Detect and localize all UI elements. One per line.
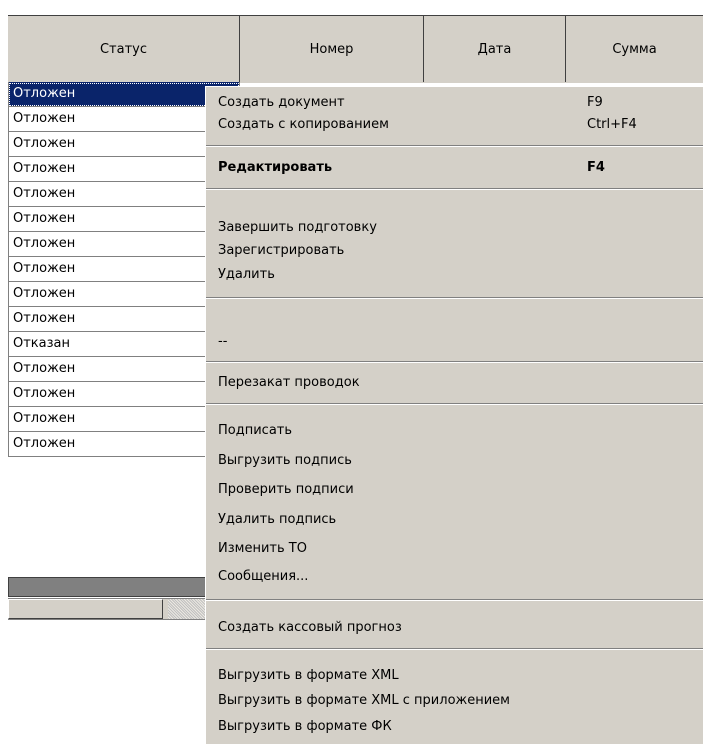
menu-item-messages[interactable]: Сообщения... — [218, 566, 308, 588]
menu-item-dashes[interactable]: -- — [218, 331, 227, 353]
context-menu: Создать документ F9 Создать с копировани… — [205, 86, 703, 744]
top-strip — [0, 0, 703, 15]
menu-separator — [206, 188, 703, 190]
menu-item-check-signatures[interactable]: Проверить подписи — [218, 479, 354, 501]
menu-item-delete-signature[interactable]: Удалить подпись — [218, 509, 336, 531]
shortcut-f4: F4 — [587, 160, 605, 175]
menu-item-edit[interactable]: Редактировать — [218, 157, 332, 179]
menu-item-finish-preparation[interactable]: Завершить подготовку — [218, 217, 377, 239]
menu-separator — [206, 145, 703, 147]
menu-item-export-signature[interactable]: Выгрузить подпись — [218, 450, 352, 472]
menu-separator — [206, 361, 703, 363]
menu-separator — [206, 648, 703, 650]
shortcut-f9: F9 — [587, 95, 603, 110]
menu-item-export-xml-attachment[interactable]: Выгрузить в формате XML с приложением — [218, 690, 510, 712]
column-header-sum[interactable]: Сумма — [566, 16, 703, 82]
menu-item-sign[interactable]: Подписать — [218, 420, 292, 442]
menu-item-change-to[interactable]: Изменить ТО — [218, 538, 307, 560]
menu-item-export-xml[interactable]: Выгрузить в формате XML — [218, 665, 399, 687]
menu-item-create-copy[interactable]: Создать с копированием — [218, 114, 389, 136]
menu-item-reroll-entries[interactable]: Перезакат проводок — [218, 372, 360, 394]
menu-item-export-fk[interactable]: Выгрузить в формате ФК — [218, 716, 392, 738]
menu-separator — [206, 403, 703, 405]
table-header: Статус Номер Дата Сумма — [8, 15, 703, 83]
menu-item-create-document[interactable]: Создать документ — [218, 92, 345, 114]
column-header-status[interactable]: Статус — [8, 16, 240, 82]
shortcut-ctrl-f4: Ctrl+F4 — [587, 117, 637, 132]
menu-item-register[interactable]: Зарегистрировать — [218, 240, 344, 262]
column-header-date[interactable]: Дата — [424, 16, 566, 82]
menu-item-cash-forecast[interactable]: Создать кассовый прогноз — [218, 617, 402, 639]
column-header-number[interactable]: Номер — [240, 16, 424, 82]
scrollbar-thumb[interactable] — [8, 599, 163, 619]
menu-separator — [206, 599, 703, 601]
menu-separator — [206, 297, 703, 299]
menu-item-delete[interactable]: Удалить — [218, 264, 275, 286]
